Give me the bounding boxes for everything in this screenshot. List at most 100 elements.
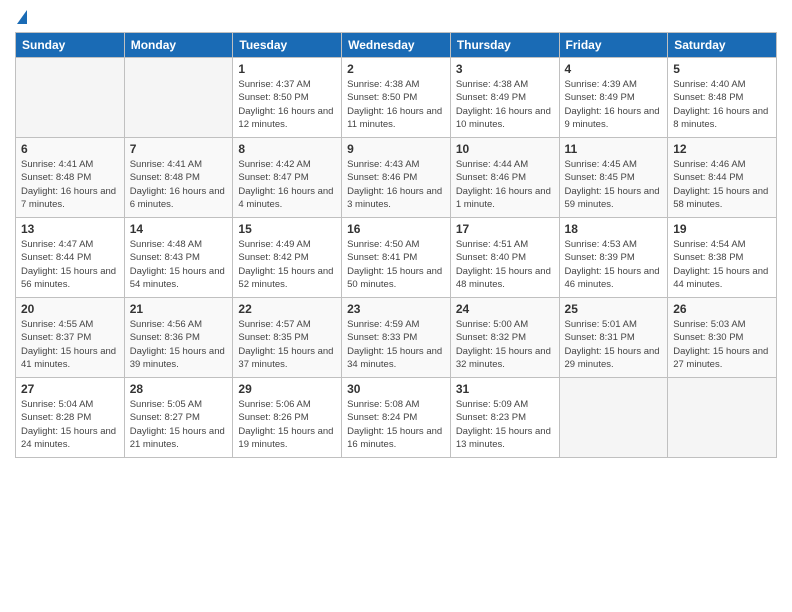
day-info: Sunrise: 5:06 AM Sunset: 8:26 PM Dayligh… xyxy=(238,398,336,451)
calendar-cell: 26 Sunrise: 5:03 AM Sunset: 8:30 PM Dayli… xyxy=(668,298,777,378)
day-info: Sunrise: 4:44 AM Sunset: 8:46 PM Dayligh… xyxy=(456,158,554,211)
calendar-cell: 11 Sunrise: 4:45 AM Sunset: 8:45 PM Dayli… xyxy=(559,138,668,218)
day-number: 14 xyxy=(130,222,228,236)
day-number: 24 xyxy=(456,302,554,316)
calendar-cell: 4 Sunrise: 4:39 AM Sunset: 8:49 PM Daylig… xyxy=(559,58,668,138)
weekday-header-row: SundayMondayTuesdayWednesdayThursdayFrid… xyxy=(16,33,777,58)
day-info: Sunrise: 4:50 AM Sunset: 8:41 PM Dayligh… xyxy=(347,238,445,291)
weekday-header-thursday: Thursday xyxy=(450,33,559,58)
calendar-cell: 8Sunrise: 4:42 AM Sunset: 8:47 PM Daylig… xyxy=(233,138,342,218)
day-info: Sunrise: 4:39 AM Sunset: 8:49 PM Dayligh… xyxy=(565,78,663,131)
week-row-2: 6 Sunrise: 4:41 AM Sunset: 8:48 PM Daylig… xyxy=(16,138,777,218)
calendar-cell: 6 Sunrise: 4:41 AM Sunset: 8:48 PM Daylig… xyxy=(16,138,125,218)
calendar-cell: 21 Sunrise: 4:56 AM Sunset: 8:36 PM Dayli… xyxy=(124,298,233,378)
calendar-table: SundayMondayTuesdayWednesdayThursdayFrid… xyxy=(15,32,777,458)
day-number: 11 xyxy=(565,142,663,156)
calendar-cell xyxy=(124,58,233,138)
calendar-cell: 9 Sunrise: 4:43 AM Sunset: 8:46 PM Daylig… xyxy=(342,138,451,218)
weekday-header-sunday: Sunday xyxy=(16,33,125,58)
day-number: 5 xyxy=(673,62,771,76)
calendar-cell xyxy=(16,58,125,138)
day-info: Sunrise: 4:46 AM Sunset: 8:44 PM Dayligh… xyxy=(673,158,771,211)
day-number: 17 xyxy=(456,222,554,236)
calendar-cell: 5 Sunrise: 4:40 AM Sunset: 8:48 PM Daylig… xyxy=(668,58,777,138)
day-number: 30 xyxy=(347,382,445,396)
weekday-header-friday: Friday xyxy=(559,33,668,58)
day-number: 7 xyxy=(130,142,228,156)
day-info: Sunrise: 4:54 AM Sunset: 8:38 PM Dayligh… xyxy=(673,238,771,291)
day-number: 31 xyxy=(456,382,554,396)
day-info: Sunrise: 4:53 AM Sunset: 8:39 PM Dayligh… xyxy=(565,238,663,291)
day-number: 19 xyxy=(673,222,771,236)
week-row-4: 20 Sunrise: 4:55 AM Sunset: 8:37 PM Dayli… xyxy=(16,298,777,378)
day-info: Sunrise: 5:09 AM Sunset: 8:23 PM Dayligh… xyxy=(456,398,554,451)
calendar-cell: 14 Sunrise: 4:48 AM Sunset: 8:43 PM Dayli… xyxy=(124,218,233,298)
day-info: Sunrise: 4:56 AM Sunset: 8:36 PM Dayligh… xyxy=(130,318,228,371)
day-info: Sunrise: 4:40 AM Sunset: 8:48 PM Dayligh… xyxy=(673,78,771,131)
day-info: Sunrise: 5:04 AM Sunset: 8:28 PM Dayligh… xyxy=(21,398,119,451)
week-row-3: 13 Sunrise: 4:47 AM Sunset: 8:44 PM Dayli… xyxy=(16,218,777,298)
day-info: Sunrise: 4:38 AM Sunset: 8:50 PM Dayligh… xyxy=(347,78,445,131)
week-row-5: 27Sunrise: 5:04 AM Sunset: 8:28 PM Dayli… xyxy=(16,378,777,458)
day-info: Sunrise: 4:59 AM Sunset: 8:33 PM Dayligh… xyxy=(347,318,445,371)
calendar-cell: 16Sunrise: 4:50 AM Sunset: 8:41 PM Dayli… xyxy=(342,218,451,298)
day-number: 21 xyxy=(130,302,228,316)
logo-triangle-icon xyxy=(17,10,27,24)
day-number: 3 xyxy=(456,62,554,76)
day-info: Sunrise: 4:42 AM Sunset: 8:47 PM Dayligh… xyxy=(238,158,336,211)
day-number: 6 xyxy=(21,142,119,156)
weekday-header-wednesday: Wednesday xyxy=(342,33,451,58)
day-info: Sunrise: 5:05 AM Sunset: 8:27 PM Dayligh… xyxy=(130,398,228,451)
day-number: 2 xyxy=(347,62,445,76)
calendar-cell: 30Sunrise: 5:08 AM Sunset: 8:24 PM Dayli… xyxy=(342,378,451,458)
day-info: Sunrise: 4:43 AM Sunset: 8:46 PM Dayligh… xyxy=(347,158,445,211)
day-number: 10 xyxy=(456,142,554,156)
calendar-cell: 29 Sunrise: 5:06 AM Sunset: 8:26 PM Dayli… xyxy=(233,378,342,458)
calendar-cell: 19 Sunrise: 4:54 AM Sunset: 8:38 PM Dayli… xyxy=(668,218,777,298)
day-number: 9 xyxy=(347,142,445,156)
calendar-cell: 3 Sunrise: 4:38 AM Sunset: 8:49 PM Daylig… xyxy=(450,58,559,138)
day-number: 25 xyxy=(565,302,663,316)
calendar-cell: 1Sunrise: 4:37 AM Sunset: 8:50 PM Daylig… xyxy=(233,58,342,138)
day-info: Sunrise: 5:03 AM Sunset: 8:30 PM Dayligh… xyxy=(673,318,771,371)
day-info: Sunrise: 5:00 AM Sunset: 8:32 PM Dayligh… xyxy=(456,318,554,371)
day-number: 4 xyxy=(565,62,663,76)
calendar-cell: 28 Sunrise: 5:05 AM Sunset: 8:27 PM Dayli… xyxy=(124,378,233,458)
day-number: 13 xyxy=(21,222,119,236)
calendar-cell xyxy=(668,378,777,458)
calendar-cell: 13 Sunrise: 4:47 AM Sunset: 8:44 PM Dayli… xyxy=(16,218,125,298)
day-info: Sunrise: 4:48 AM Sunset: 8:43 PM Dayligh… xyxy=(130,238,228,291)
day-number: 23 xyxy=(347,302,445,316)
day-info: Sunrise: 4:41 AM Sunset: 8:48 PM Dayligh… xyxy=(21,158,119,211)
day-number: 15 xyxy=(238,222,336,236)
day-info: Sunrise: 4:57 AM Sunset: 8:35 PM Dayligh… xyxy=(238,318,336,371)
day-info: Sunrise: 4:47 AM Sunset: 8:44 PM Dayligh… xyxy=(21,238,119,291)
calendar-cell: 7 Sunrise: 4:41 AM Sunset: 8:48 PM Daylig… xyxy=(124,138,233,218)
calendar-cell: 10 Sunrise: 4:44 AM Sunset: 8:46 PM Dayli… xyxy=(450,138,559,218)
week-row-1: 1Sunrise: 4:37 AM Sunset: 8:50 PM Daylig… xyxy=(16,58,777,138)
day-number: 22 xyxy=(238,302,336,316)
day-info: Sunrise: 4:55 AM Sunset: 8:37 PM Dayligh… xyxy=(21,318,119,371)
calendar-cell: 12 Sunrise: 4:46 AM Sunset: 8:44 PM Dayli… xyxy=(668,138,777,218)
day-number: 12 xyxy=(673,142,771,156)
day-number: 29 xyxy=(238,382,336,396)
day-number: 28 xyxy=(130,382,228,396)
weekday-header-tuesday: Tuesday xyxy=(233,33,342,58)
day-info: Sunrise: 4:51 AM Sunset: 8:40 PM Dayligh… xyxy=(456,238,554,291)
calendar-cell: 27Sunrise: 5:04 AM Sunset: 8:28 PM Dayli… xyxy=(16,378,125,458)
day-info: Sunrise: 4:41 AM Sunset: 8:48 PM Dayligh… xyxy=(130,158,228,211)
calendar-cell: 24 Sunrise: 5:00 AM Sunset: 8:32 PM Dayli… xyxy=(450,298,559,378)
day-info: Sunrise: 4:45 AM Sunset: 8:45 PM Dayligh… xyxy=(565,158,663,211)
day-number: 20 xyxy=(21,302,119,316)
calendar-cell: 15 Sunrise: 4:49 AM Sunset: 8:42 PM Dayli… xyxy=(233,218,342,298)
logo xyxy=(15,10,27,26)
day-info: Sunrise: 4:49 AM Sunset: 8:42 PM Dayligh… xyxy=(238,238,336,291)
day-info: Sunrise: 4:38 AM Sunset: 8:49 PM Dayligh… xyxy=(456,78,554,131)
calendar-cell: 25Sunrise: 5:01 AM Sunset: 8:31 PM Dayli… xyxy=(559,298,668,378)
weekday-header-saturday: Saturday xyxy=(668,33,777,58)
page: SundayMondayTuesdayWednesdayThursdayFrid… xyxy=(0,0,792,612)
calendar-cell: 22 Sunrise: 4:57 AM Sunset: 8:35 PM Dayli… xyxy=(233,298,342,378)
weekday-header-monday: Monday xyxy=(124,33,233,58)
day-number: 26 xyxy=(673,302,771,316)
day-info: Sunrise: 4:37 AM Sunset: 8:50 PM Dayligh… xyxy=(238,78,336,131)
